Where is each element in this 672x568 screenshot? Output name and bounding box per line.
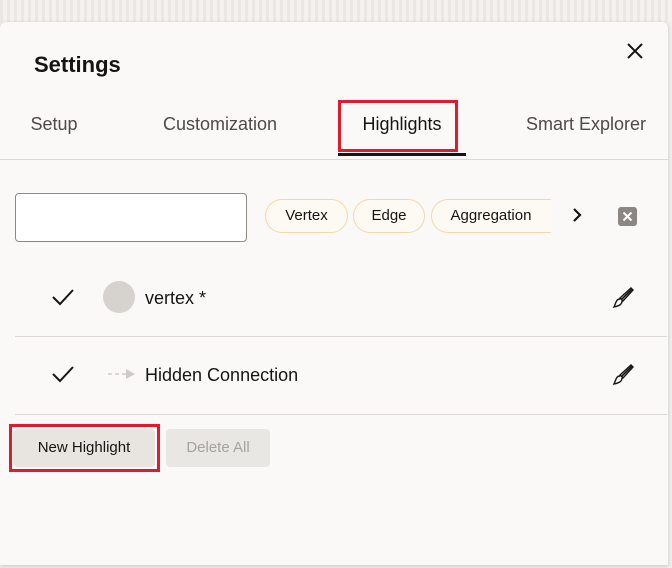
- annotation-highlight-box: [9, 424, 160, 472]
- check-icon[interactable]: [51, 288, 75, 311]
- active-tab-indicator: [338, 153, 466, 156]
- highlight-row-vertex[interactable]: vertex *: [15, 260, 667, 336]
- close-icon[interactable]: [622, 38, 648, 64]
- tab-setup[interactable]: Setup: [14, 98, 94, 156]
- paintbrush-icon[interactable]: [611, 363, 635, 392]
- highlight-label: Hidden Connection: [145, 365, 299, 385]
- tab-bar: Setup Customization Highlights Smart Exp…: [0, 98, 668, 160]
- highlight-row-hidden-connection[interactable]: Hidden Connection: [15, 337, 667, 413]
- tab-label: Customization: [162, 114, 278, 134]
- delete-all-button[interactable]: Delete All: [166, 429, 270, 467]
- chevron-right-icon[interactable]: [566, 204, 588, 226]
- settings-dialog: Settings Setup Customization Highlights …: [0, 22, 668, 565]
- check-icon[interactable]: [51, 365, 75, 388]
- edge-arrow-icon: [107, 367, 137, 386]
- tab-label: Setup: [30, 114, 78, 134]
- vertex-circle-icon: [103, 281, 135, 313]
- chip-edge[interactable]: Edge: [353, 199, 425, 233]
- tab-customization[interactable]: Customization: [150, 98, 290, 156]
- dialog-title: Settings: [34, 52, 121, 77]
- tabs-divider: [0, 159, 668, 160]
- chip-label: Vertex: [285, 207, 328, 224]
- filter-search-input[interactable]: [15, 193, 247, 242]
- chip-label: Edge: [371, 207, 407, 224]
- chip-label: Aggregation: [450, 207, 532, 224]
- row-divider: [15, 414, 667, 415]
- highlight-label: vertex *: [145, 288, 207, 308]
- paintbrush-icon[interactable]: [611, 286, 635, 315]
- tab-smart-explorer[interactable]: Smart Explorer: [516, 98, 656, 156]
- background-strip: [0, 0, 672, 22]
- chip-vertex[interactable]: Vertex: [265, 199, 348, 233]
- clear-x-icon[interactable]: [618, 207, 637, 226]
- chip-aggregation[interactable]: Aggregation: [431, 199, 551, 233]
- annotation-highlight-box: [338, 100, 458, 152]
- tab-label: Smart Explorer: [525, 114, 647, 134]
